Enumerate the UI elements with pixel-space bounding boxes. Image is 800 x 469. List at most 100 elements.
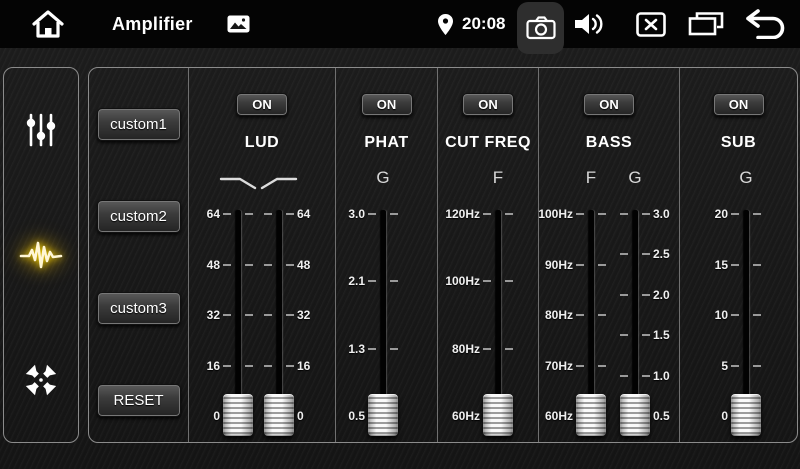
bass-fader-track-1[interactable]	[633, 210, 638, 422]
tick-mark	[642, 375, 650, 377]
tick-mark	[620, 294, 628, 296]
preset-button-reset[interactable]: RESET	[97, 384, 181, 417]
sub-on-button[interactable]: ON	[713, 93, 765, 116]
back-icon	[743, 9, 787, 39]
preset-button-custom1[interactable]: custom1	[97, 108, 181, 141]
tick-mark	[598, 264, 606, 266]
tick-mark	[505, 348, 513, 350]
tick-mark	[753, 264, 761, 266]
sidebar-item-sound-effects[interactable]	[15, 229, 67, 281]
tick-mark	[483, 213, 491, 215]
tick-mark	[368, 348, 376, 350]
back-button[interactable]	[740, 0, 790, 48]
cut-freq-on-button[interactable]: ON	[462, 93, 514, 116]
scale-label: 70Hz	[527, 358, 573, 374]
lud-fader-track-1[interactable]	[277, 210, 282, 422]
waveform-icon	[19, 237, 63, 273]
amplifier-screen: Amplifier 20:08	[0, 0, 800, 469]
tick-mark	[368, 213, 376, 215]
bass-slider-1-type-label: G	[610, 168, 660, 188]
cut-freq-fader-track-0[interactable]	[496, 210, 501, 422]
tick-mark	[620, 334, 628, 336]
tick-mark	[731, 264, 739, 266]
sub-fader-handle-0[interactable]	[731, 394, 761, 436]
presets-column: custom1 custom2 custom3 RESET	[89, 68, 189, 442]
tick-mark	[483, 280, 491, 282]
recent-apps-button[interactable]	[686, 0, 726, 48]
tick-mark	[264, 365, 272, 367]
preset-button-custom2[interactable]: custom2	[97, 200, 181, 233]
scale-label: 16	[174, 358, 220, 374]
scale-label: 60Hz	[527, 408, 573, 424]
tick-mark	[390, 213, 398, 215]
tick-mark	[642, 253, 650, 255]
bass-fader-handle-0[interactable]	[576, 394, 606, 436]
tick-mark	[753, 365, 761, 367]
tick-mark	[368, 280, 376, 282]
tick-mark	[223, 213, 231, 215]
close-app-button[interactable]	[634, 0, 668, 48]
tick-mark	[576, 213, 584, 215]
panel-title-cut-freq: CUT FREQ	[438, 134, 538, 152]
scale-label: 0.5	[319, 408, 365, 424]
tick-mark	[731, 365, 739, 367]
tick-mark	[264, 213, 272, 215]
tick-mark	[390, 348, 398, 350]
image-shortcut-button[interactable]	[225, 0, 251, 48]
sidebar-item-speaker-balance[interactable]	[15, 354, 67, 406]
tick-mark	[390, 280, 398, 282]
tick-mark	[731, 213, 739, 215]
screenshot-camera-button[interactable]	[517, 2, 564, 54]
sidebar-item-equalizer[interactable]	[15, 104, 67, 156]
scale-label: 20	[682, 206, 728, 222]
tick-mark	[245, 314, 253, 316]
phat-fader-track-0[interactable]	[381, 210, 386, 422]
page-title: Amplifier	[112, 0, 193, 48]
volume-button[interactable]	[570, 0, 610, 48]
panel-sub: ONSUBG20151050	[680, 68, 797, 442]
lud-fader-handle-0[interactable]	[223, 394, 253, 436]
bass-fader-handle-1[interactable]	[620, 394, 650, 436]
tick-mark	[576, 365, 584, 367]
location-pin-icon	[438, 14, 453, 35]
panel-phat: ONPHATG3.02.11.30.5	[336, 68, 438, 442]
tick-mark	[642, 294, 650, 296]
home-icon	[30, 8, 66, 40]
scale-label: 100Hz	[527, 206, 573, 222]
panel-title-lud: LUD	[189, 134, 335, 152]
bass-fader-track-0[interactable]	[589, 210, 594, 422]
tick-mark	[598, 314, 606, 316]
scale-label: 100Hz	[434, 273, 480, 289]
tick-mark	[576, 264, 584, 266]
lud-fader-track-0[interactable]	[236, 210, 241, 422]
scale-label: 32	[174, 307, 220, 323]
phat-fader-handle-0[interactable]	[368, 394, 398, 436]
scale-label: 80Hz	[434, 341, 480, 357]
tick-mark	[753, 213, 761, 215]
bass-on-button[interactable]: ON	[583, 93, 635, 116]
phat-on-button[interactable]: ON	[361, 93, 413, 116]
top-status-bar: Amplifier 20:08	[0, 0, 800, 48]
cut-freq-fader-handle-0[interactable]	[483, 394, 513, 436]
lud-on-button[interactable]: ON	[236, 93, 288, 116]
preset-button-custom3[interactable]: custom3	[97, 292, 181, 325]
panel-title-bass: BASS	[539, 134, 679, 152]
recent-apps-icon	[688, 11, 724, 37]
close-window-icon	[636, 12, 666, 37]
lud-fader-handle-1[interactable]	[264, 394, 294, 436]
tick-mark	[264, 314, 272, 316]
home-button[interactable]	[26, 0, 70, 48]
cut-freq-slider-0-type-label: F	[473, 168, 523, 188]
shelf-up-then-flat-icon	[259, 175, 299, 191]
scale-label: 2.1	[319, 273, 365, 289]
gps-location-button[interactable]	[436, 0, 454, 48]
scale-label: 15	[682, 257, 728, 273]
clock-time[interactable]: 20:08	[462, 0, 505, 48]
scale-label: 5	[682, 358, 728, 374]
panel-title-sub: SUB	[680, 134, 797, 152]
scale-label: 3.0	[319, 206, 365, 222]
sub-fader-track-0[interactable]	[744, 210, 749, 422]
panel-cut-freq: ONCUT FREQF120Hz100Hz80Hz60Hz	[438, 68, 539, 442]
tick-mark	[245, 264, 253, 266]
tick-mark	[286, 314, 294, 316]
